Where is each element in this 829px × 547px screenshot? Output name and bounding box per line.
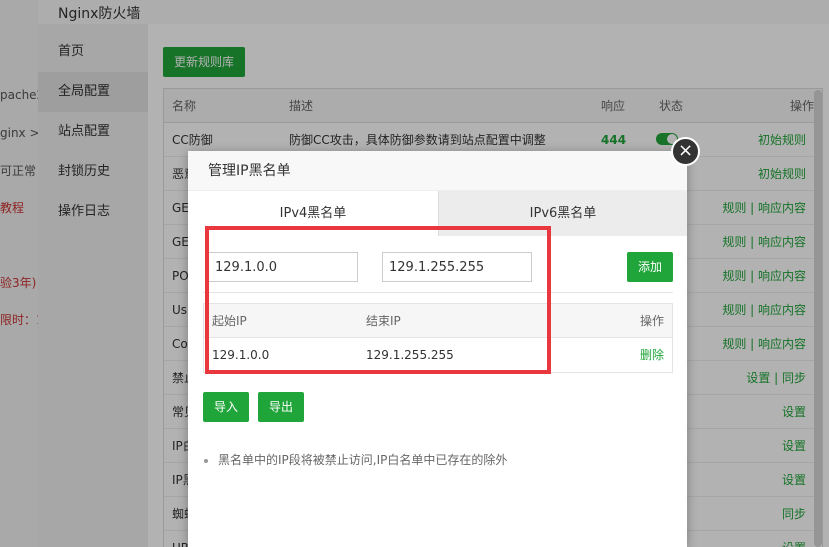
close-icon[interactable]: × <box>671 137 700 166</box>
delete-link[interactable]: 删除 <box>640 338 664 372</box>
note-text: 黑名单中的IP段将被禁止访问,IP白名单中已存在的除外 <box>218 453 508 467</box>
header-operation: 操作 <box>639 314 664 328</box>
modal-title: 管理IP黑名单 <box>188 151 687 191</box>
highlight-box <box>205 226 551 374</box>
add-button[interactable]: 添加 <box>627 252 673 282</box>
blacklist-note: 黑名单中的IP段将被禁止访问,IP白名单中已存在的除外 <box>204 451 507 468</box>
export-button[interactable]: 导出 <box>258 392 304 422</box>
bullet-icon <box>204 458 208 463</box>
import-button[interactable]: 导入 <box>203 392 249 422</box>
